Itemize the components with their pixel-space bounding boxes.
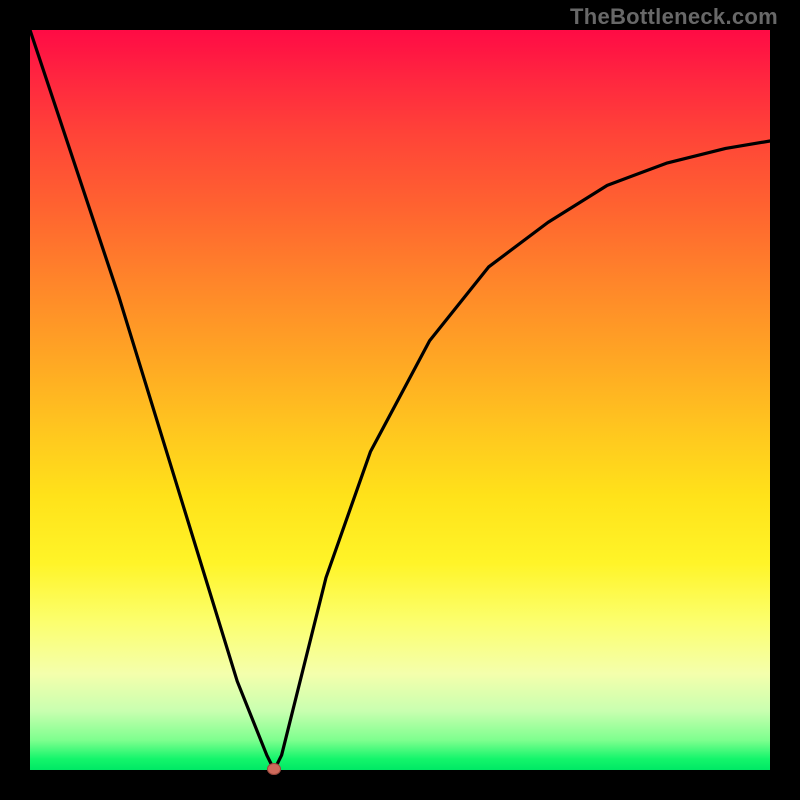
bottleneck-curve (30, 30, 770, 770)
curve-layer (30, 30, 770, 770)
minimum-marker (267, 763, 281, 775)
watermark-text: TheBottleneck.com (570, 4, 778, 30)
chart-frame: TheBottleneck.com (0, 0, 800, 800)
